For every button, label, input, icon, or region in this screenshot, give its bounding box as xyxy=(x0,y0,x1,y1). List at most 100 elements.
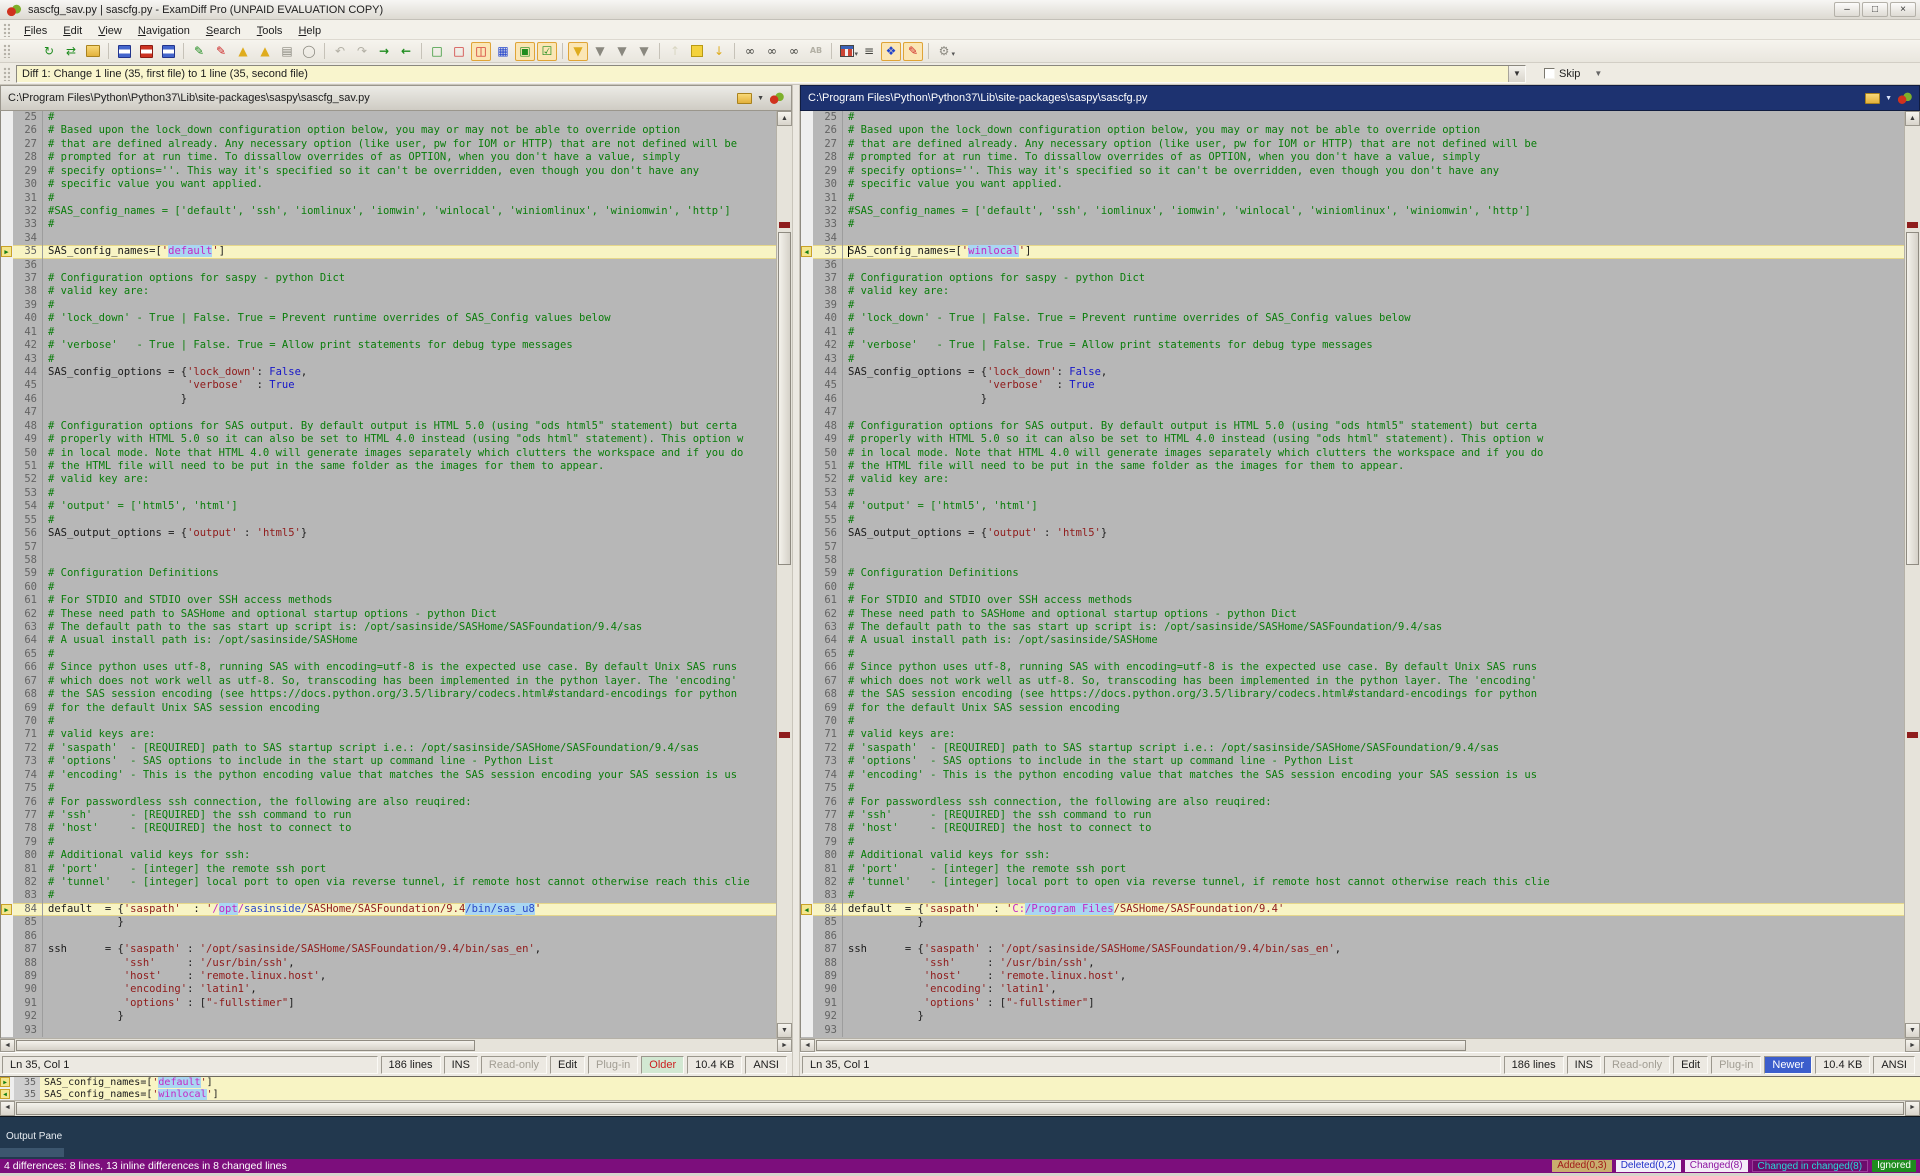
code-line[interactable]: 75# xyxy=(801,782,1904,795)
code-line[interactable]: 68# the SAS session encoding (see https:… xyxy=(1,688,776,701)
code-line[interactable]: 81# 'port' - [integer] the remote ssh po… xyxy=(801,863,1904,876)
filter-all-icon[interactable]: ▼ xyxy=(568,42,588,61)
code-line[interactable]: 56SAS_output_options = {'output' : 'html… xyxy=(1,527,776,540)
code-line[interactable]: 89 'host' : 'remote.linux.host', xyxy=(1,970,776,983)
toolbar-grip[interactable] xyxy=(3,44,10,58)
code-line[interactable]: 37# Configuration options for saspy - py… xyxy=(1,272,776,285)
swap-panes-icon[interactable]: ⇄ xyxy=(61,42,81,61)
code-line[interactable]: ◀35SAS_config_names=['winlocal'] xyxy=(801,245,1904,258)
menu-files[interactable]: Files xyxy=(16,23,55,39)
code-line[interactable]: 28# prompted for at run time. To dissall… xyxy=(1,151,776,164)
match-case-icon[interactable]: AB xyxy=(806,42,826,61)
code-line[interactable]: 66# Since python uses utf-8, running SAS… xyxy=(1,661,776,674)
filter-changed-icon[interactable]: ▼ xyxy=(612,42,632,61)
code-line[interactable]: 82# 'tunnel' - [integer] local port to o… xyxy=(1,876,776,889)
code-line[interactable]: 65# xyxy=(1,648,776,661)
diff-list-scroll-thumb[interactable] xyxy=(16,1102,1904,1115)
code-line[interactable]: 54# 'output' = ['html5', 'html'] xyxy=(1,500,776,513)
maximize-button[interactable]: □ xyxy=(1862,2,1888,17)
prev-difference-icon[interactable]: ← xyxy=(396,42,416,61)
code-line[interactable]: 65# xyxy=(801,648,1904,661)
code-line[interactable]: 45 'verbose' : True xyxy=(1,379,776,392)
right-scroll-thumb[interactable] xyxy=(1906,232,1919,566)
left-scroll-down-icon[interactable]: ▼ xyxy=(777,1023,792,1038)
code-line[interactable]: 71# valid keys are: xyxy=(1,728,776,741)
code-line[interactable]: 40# 'lock_down' - True | False. True = P… xyxy=(1,312,776,325)
code-line[interactable]: 64# A usual install path is: /opt/sasins… xyxy=(1,634,776,647)
open-files-icon[interactable] xyxy=(83,42,103,61)
code-line[interactable]: 64# A usual install path is: /opt/sasins… xyxy=(801,634,1904,647)
code-line[interactable]: 52# valid key are: xyxy=(801,473,1904,486)
second-file-recent-dropdown-icon[interactable]: ▼ xyxy=(1885,95,1892,102)
menu-search[interactable]: Search xyxy=(198,23,249,39)
code-line[interactable]: 71# valid keys are: xyxy=(801,728,1904,741)
code-line[interactable]: 87ssh = {'saspath' : '/opt/sasinside/SAS… xyxy=(1,943,776,956)
code-line[interactable]: 51# the HTML file will need to be put in… xyxy=(1,460,776,473)
code-line[interactable]: 29# specify options=''. This way it's sp… xyxy=(801,165,1904,178)
code-line[interactable]: 75# xyxy=(1,782,776,795)
second-file-open-icon[interactable] xyxy=(1865,93,1880,104)
code-line[interactable]: 67# which does not work well as utf-8. S… xyxy=(1,675,776,688)
right-scroll-right-icon[interactable]: ► xyxy=(1905,1039,1920,1052)
code-line[interactable]: 46 } xyxy=(801,393,1904,406)
code-line[interactable]: 27# that are defined already. Any necess… xyxy=(801,138,1904,151)
find-icon[interactable]: ∞ xyxy=(740,42,760,61)
left-horizontal-scrollbar[interactable]: ◄ ► xyxy=(0,1038,792,1052)
right-code-lines[interactable]: 25#26# Based upon the lock_down configur… xyxy=(801,111,1904,1038)
code-line[interactable]: 52# valid key are: xyxy=(1,473,776,486)
code-line[interactable]: 44SAS_config_options = {'lock_down': Fal… xyxy=(1,366,776,379)
code-line[interactable]: 78# 'host' - [REQUIRED] the host to conn… xyxy=(801,822,1904,835)
save-first-file-icon[interactable] xyxy=(114,42,134,61)
redo-icon[interactable]: ↷ xyxy=(352,42,372,61)
code-line[interactable]: 88 'ssh' : '/usr/bin/ssh', xyxy=(801,957,1904,970)
code-line[interactable]: 72# 'saspath' - [REQUIRED] path to SAS s… xyxy=(1,742,776,755)
code-line[interactable]: 73# 'options' - SAS options to include i… xyxy=(801,755,1904,768)
code-line[interactable]: 76# For passwordless ssh connection, the… xyxy=(1,796,776,809)
code-line[interactable]: 32#SAS_config_names = ['default', 'ssh',… xyxy=(1,205,776,218)
code-line[interactable]: 42# 'verbose' - True | False. True = All… xyxy=(1,339,776,352)
code-line[interactable]: 38# valid key are: xyxy=(1,285,776,298)
code-line[interactable]: 25# xyxy=(1,111,776,124)
first-file-recent-dropdown-icon[interactable]: ▼ xyxy=(757,95,764,102)
code-line[interactable]: 28# prompted for at run time. To dissall… xyxy=(801,151,1904,164)
code-line[interactable]: 41# xyxy=(801,326,1904,339)
right-scroll-up-icon[interactable]: ▲ xyxy=(1905,111,1920,126)
code-line[interactable]: 61# For STDIO and STDIO over SSH access … xyxy=(801,594,1904,607)
edit-mode-icon[interactable]: ✎ xyxy=(903,42,923,61)
code-line[interactable]: 33# xyxy=(1,218,776,231)
save-second-file-icon[interactable] xyxy=(136,42,156,61)
code-line[interactable]: 77# 'ssh' - [REQUIRED] the ssh command t… xyxy=(801,809,1904,822)
diffbar-grip[interactable] xyxy=(3,67,10,81)
diff-selector[interactable]: Diff 1: Change 1 line (35, first file) t… xyxy=(16,65,1526,83)
menu-tools[interactable]: Tools xyxy=(249,23,291,39)
code-line[interactable]: 29# specify options=''. This way it's sp… xyxy=(1,165,776,178)
code-line[interactable]: 83# xyxy=(1,889,776,902)
left-scroll-up-icon[interactable]: ▲ xyxy=(777,111,792,126)
second-file-compare-icon[interactable] xyxy=(1897,91,1913,105)
first-file-open-icon[interactable] xyxy=(737,93,752,104)
code-line[interactable]: 47 xyxy=(1,406,776,419)
toolbar-overflow-icon[interactable]: ▼ xyxy=(1594,69,1602,78)
code-line[interactable]: 85 } xyxy=(1,916,776,929)
code-line[interactable]: 69# for the default Unix SAS session enc… xyxy=(1,702,776,715)
right-status-edit[interactable]: Edit xyxy=(1673,1056,1708,1074)
menu-view[interactable]: View xyxy=(90,23,130,39)
next-difference-icon[interactable]: → xyxy=(374,42,394,61)
skip-checkbox[interactable] xyxy=(1544,68,1555,79)
output-pane-tab[interactable] xyxy=(0,1148,64,1157)
code-line[interactable]: 69# for the default Unix SAS session enc… xyxy=(801,702,1904,715)
code-line[interactable]: 43# xyxy=(801,353,1904,366)
code-line[interactable]: 92 } xyxy=(1,1010,776,1023)
code-line[interactable]: ▶84default = {'saspath' : '/opt/sasinsid… xyxy=(1,903,776,916)
code-line[interactable]: 48# Configuration options for SAS output… xyxy=(801,420,1904,433)
right-horizontal-scrollbar[interactable]: ◄ ► xyxy=(800,1038,1920,1052)
code-line[interactable]: 87ssh = {'saspath' : '/opt/sasinside/SAS… xyxy=(801,943,1904,956)
minimize-button[interactable]: – xyxy=(1834,2,1860,17)
code-line[interactable]: 42# 'verbose' - True | False. True = All… xyxy=(801,339,1904,352)
code-line[interactable]: 62# These need path to SASHome and optio… xyxy=(1,608,776,621)
code-line[interactable]: 58 xyxy=(801,554,1904,567)
second-file-header[interactable]: C:\Program Files\Python\Python37\Lib\sit… xyxy=(800,85,1920,111)
show-second-only-icon[interactable]: □ xyxy=(449,42,469,61)
diff-selector-dropdown-icon[interactable]: ▼ xyxy=(1508,66,1525,82)
code-line[interactable]: 27# that are defined already. Any necess… xyxy=(1,138,776,151)
